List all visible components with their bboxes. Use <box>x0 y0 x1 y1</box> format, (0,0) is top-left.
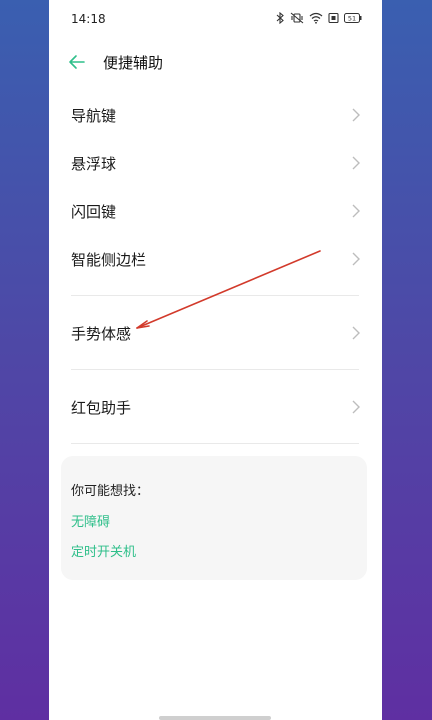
chevron-right-icon <box>351 325 361 341</box>
header: 便捷辅助 <box>49 44 382 80</box>
item-label: 闪回键 <box>71 203 117 221</box>
suggestion-link-accessibility[interactable]: 无障碍 <box>71 511 110 530</box>
settings-item-red-packet-assistant[interactable]: 红包助手 <box>71 387 361 427</box>
chevron-right-icon <box>351 155 361 171</box>
item-label: 导航键 <box>71 107 117 125</box>
home-indicator[interactable] <box>159 716 271 720</box>
wifi-icon <box>309 12 323 24</box>
suggestions-card: 你可能想找： 无障碍 定时开关机 <box>61 456 367 580</box>
status-time: 14:18 <box>71 12 106 26</box>
phone-screen: 14:18 51 便捷辅助 导航键 悬浮球 闪回键 智能侧边栏 手势体感 红包助… <box>49 0 382 720</box>
divider <box>71 443 359 444</box>
chevron-right-icon <box>351 251 361 267</box>
suggestions-title: 你可能想找： <box>71 484 150 499</box>
settings-item-gestures-motions[interactable]: 手势体感 <box>71 313 361 353</box>
suggestion-link-scheduled-power[interactable]: 定时开关机 <box>71 541 136 560</box>
item-label: 手势体感 <box>71 325 132 343</box>
sim-icon <box>328 12 339 24</box>
battery-icon: 51 <box>344 12 362 24</box>
settings-item-navigation-keys[interactable]: 导航键 <box>71 95 361 135</box>
status-bar: 14:18 51 <box>49 0 382 40</box>
settings-item-floating-ball[interactable]: 悬浮球 <box>71 143 361 183</box>
back-arrow-icon[interactable] <box>67 52 87 72</box>
settings-item-flashback-key[interactable]: 闪回键 <box>71 191 361 231</box>
page-title: 便捷辅助 <box>103 54 164 72</box>
divider <box>71 369 359 370</box>
item-label: 红包助手 <box>71 399 132 417</box>
battery-level: 51 <box>348 15 356 23</box>
chevron-right-icon <box>351 203 361 219</box>
chevron-right-icon <box>351 399 361 415</box>
item-label: 悬浮球 <box>71 155 117 173</box>
mute-vibrate-icon <box>290 12 304 24</box>
item-label: 智能侧边栏 <box>71 251 147 269</box>
bluetooth-icon <box>276 12 285 24</box>
status-icons: 51 <box>276 12 362 24</box>
settings-item-smart-sidebar[interactable]: 智能侧边栏 <box>71 239 361 279</box>
chevron-right-icon <box>351 107 361 123</box>
divider <box>71 295 359 296</box>
